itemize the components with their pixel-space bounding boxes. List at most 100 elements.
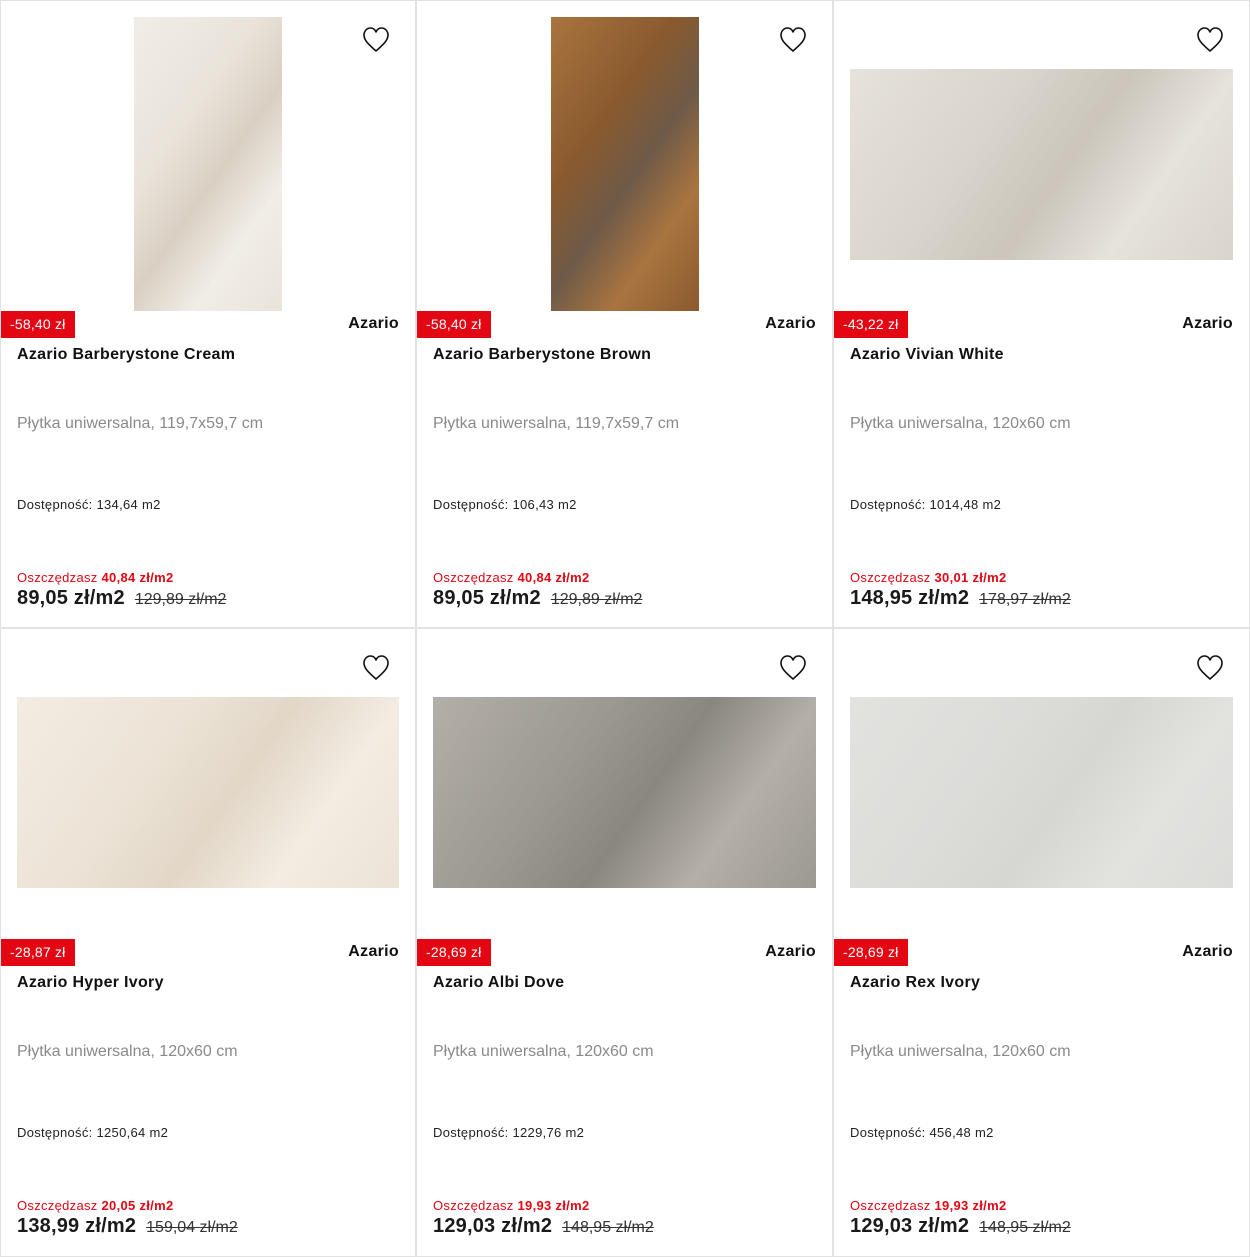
price-row: 89,05 zł/m2 129,89 zł/m2 — [433, 587, 642, 610]
price-row: 129,03 zł/m2 148,95 zł/m2 — [433, 1215, 654, 1238]
product-image-area — [417, 629, 832, 939]
availability-label: Dostępność: — [433, 1125, 509, 1140]
current-price: 89,05 zł/m2 — [433, 587, 541, 609]
availability-label: Dostępność: — [17, 497, 93, 512]
availability-value: 1250,64 m2 — [96, 1125, 169, 1140]
availability-value: 1014,48 m2 — [929, 497, 1002, 512]
savings: Oszczędzasz 40,84 zł/m2 — [17, 570, 174, 585]
price-row: 148,95 zł/m2 178,97 zł/m2 — [850, 587, 1071, 610]
product-name[interactable]: Azario Barberystone Cream — [17, 346, 399, 364]
product-card[interactable]: -58,40 zł Azario Azario Barberystone Bro… — [416, 0, 833, 628]
brand-label[interactable]: Azario — [765, 315, 816, 333]
savings-value: 20,05 zł/m2 — [101, 1198, 174, 1213]
product-card[interactable]: -58,40 zł Azario Azario Barberystone Cre… — [0, 0, 416, 628]
current-price: 89,05 zł/m2 — [17, 587, 125, 609]
brand-label[interactable]: Azario — [1182, 943, 1233, 961]
product-image-area — [417, 1, 832, 311]
discount-badge: -43,22 zł — [834, 311, 908, 338]
discount-badge: -58,40 zł — [1, 311, 75, 338]
savings: Oszczędzasz 19,93 zł/m2 — [850, 1198, 1007, 1213]
product-name[interactable]: Azario Barberystone Brown — [433, 346, 816, 364]
old-price: 129,89 zł/m2 — [134, 591, 227, 608]
discount-badge: -28,69 zł — [834, 939, 908, 966]
savings-label: Oszczędzasz — [850, 1198, 931, 1213]
availability-label: Dostępność: — [17, 1125, 93, 1140]
old-price: 148,95 zł/m2 — [562, 1219, 654, 1236]
product-image-area — [1, 629, 415, 939]
product-name[interactable]: Azario Vivian White — [850, 346, 1233, 364]
brand-label[interactable]: Azario — [348, 943, 399, 961]
old-price: 159,04 zł/m2 — [146, 1219, 238, 1236]
savings-value: 40,84 zł/m2 — [517, 570, 590, 585]
product-image[interactable] — [433, 697, 816, 888]
product-image-area — [834, 629, 1249, 939]
product-grid: -58,40 zł Azario Azario Barberystone Cre… — [0, 0, 1250, 1257]
product-name[interactable]: Azario Rex Ivory — [850, 974, 1233, 992]
product-image[interactable] — [134, 17, 282, 311]
old-price: 129,89 zł/m2 — [550, 591, 643, 608]
heart-icon[interactable] — [361, 653, 391, 683]
availability-label: Dostępność: — [850, 497, 926, 512]
brand-label[interactable]: Azario — [765, 943, 816, 961]
product-description: Płytka uniwersalna, 120x60 cm — [850, 415, 1071, 432]
heart-icon[interactable] — [778, 25, 808, 55]
availability: Dostępność: 1014,48 m2 — [850, 497, 1001, 512]
savings: Oszczędzasz 40,84 zł/m2 — [433, 570, 590, 585]
availability-label: Dostępność: — [850, 1125, 926, 1140]
savings-value: 30,01 zł/m2 — [934, 570, 1007, 585]
product-description: Płytka uniwersalna, 119,7x59,7 cm — [433, 415, 680, 432]
availability: Dostępność: 1229,76 m2 — [433, 1125, 584, 1140]
product-description: Płytka uniwersalna, 119,7x59,7 cm — [17, 415, 264, 432]
old-price: 148,95 zł/m2 — [979, 1219, 1071, 1236]
price-row: 89,05 zł/m2 129,89 zł/m2 — [17, 587, 226, 610]
savings: Oszczędzasz 20,05 zł/m2 — [17, 1198, 174, 1213]
savings-label: Oszczędzasz — [17, 1198, 98, 1213]
availability: Dostępność: 456,48 m2 — [850, 1125, 994, 1140]
availability-value: 134,64 m2 — [96, 497, 161, 512]
current-price: 138,99 zł/m2 — [17, 1215, 137, 1237]
savings-value: 19,93 zł/m2 — [517, 1198, 590, 1213]
heart-icon[interactable] — [1195, 653, 1225, 683]
availability-value: 1229,76 m2 — [512, 1125, 585, 1140]
heart-icon[interactable] — [361, 25, 391, 55]
heart-icon[interactable] — [778, 653, 808, 683]
availability-value: 456,48 m2 — [929, 1125, 994, 1140]
product-description: Płytka uniwersalna, 120x60 cm — [850, 1043, 1071, 1060]
product-name[interactable]: Azario Albi Dove — [433, 974, 816, 992]
discount-badge: -58,40 zł — [417, 311, 491, 338]
heart-icon[interactable] — [1195, 25, 1225, 55]
product-description: Płytka uniwersalna, 120x60 cm — [433, 1043, 654, 1060]
product-image[interactable] — [550, 17, 699, 311]
discount-badge: -28,87 zł — [1, 939, 75, 966]
savings-value: 19,93 zł/m2 — [934, 1198, 1007, 1213]
product-card[interactable]: -28,69 zł Azario Azario Albi Dove Płytka… — [416, 628, 833, 1257]
product-name[interactable]: Azario Hyper Ivory — [17, 974, 399, 992]
price-row: 129,03 zł/m2 148,95 zł/m2 — [850, 1215, 1071, 1238]
availability-value: 106,43 m2 — [512, 497, 577, 512]
product-image-area — [834, 1, 1249, 311]
discount-badge: -28,69 zł — [417, 939, 491, 966]
product-card[interactable]: -43,22 zł Azario Azario Vivian White Pły… — [833, 0, 1250, 628]
availability: Dostępność: 1250,64 m2 — [17, 1125, 168, 1140]
price-row: 138,99 zł/m2 159,04 zł/m2 — [17, 1215, 238, 1238]
savings-label: Oszczędzasz — [433, 570, 514, 585]
product-card[interactable]: -28,69 zł Azario Azario Rex Ivory Płytka… — [833, 628, 1250, 1257]
availability: Dostępność: 106,43 m2 — [433, 497, 577, 512]
savings-value: 40,84 zł/m2 — [101, 570, 174, 585]
availability: Dostępność: 134,64 m2 — [17, 497, 161, 512]
brand-label[interactable]: Azario — [1182, 315, 1233, 333]
current-price: 129,03 zł/m2 — [850, 1215, 970, 1237]
brand-label[interactable]: Azario — [348, 315, 399, 333]
product-description: Płytka uniwersalna, 120x60 cm — [17, 1043, 238, 1060]
savings: Oszczędzasz 19,93 zł/m2 — [433, 1198, 590, 1213]
old-price: 178,97 zł/m2 — [979, 591, 1071, 608]
current-price: 148,95 zł/m2 — [850, 587, 970, 609]
savings-label: Oszczędzasz — [17, 570, 98, 585]
savings: Oszczędzasz 30,01 zł/m2 — [850, 570, 1007, 585]
availability-label: Dostępność: — [433, 497, 509, 512]
current-price: 129,03 zł/m2 — [433, 1215, 553, 1237]
product-image[interactable] — [850, 697, 1233, 888]
product-image[interactable] — [17, 697, 399, 888]
product-image[interactable] — [850, 69, 1233, 260]
product-card[interactable]: -28,87 zł Azario Azario Hyper Ivory Płyt… — [0, 628, 416, 1257]
